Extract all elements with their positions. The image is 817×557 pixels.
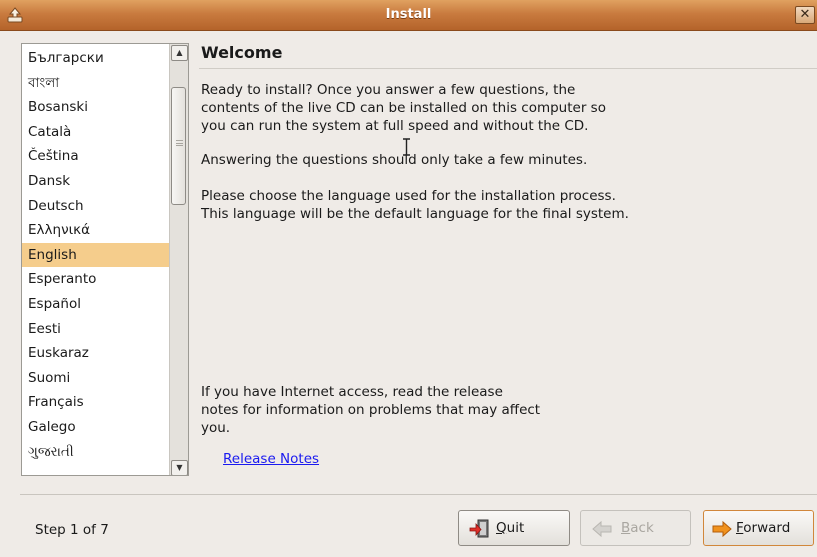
page-title: Welcome [201, 43, 283, 62]
footer-divider [20, 494, 817, 495]
release-line-2: notes for information on problems that m… [201, 402, 541, 418]
language-list-item[interactable]: Català [22, 120, 169, 144]
forward-label-rest: orward [743, 520, 791, 536]
scrollbar-thumb[interactable] [171, 87, 186, 205]
language-list-item[interactable]: Dansk [22, 169, 169, 193]
language-list-item[interactable]: Suomi [22, 366, 169, 390]
forward-label: Forward [736, 520, 790, 536]
window-title: Install [385, 7, 432, 22]
language-list-item[interactable]: Galego [22, 415, 169, 439]
quit-button[interactable]: Quit [458, 510, 570, 546]
forward-arrow-icon [712, 520, 732, 538]
quit-label: Quit [496, 520, 524, 536]
forward-button[interactable]: Forward [703, 510, 814, 546]
close-icon[interactable]: ✕ [795, 6, 815, 24]
scroll-up-icon[interactable]: ▲ [171, 45, 188, 61]
intro-line-1: Ready to install? Once you answer a few … [201, 82, 576, 98]
quit-mnemonic: Q [496, 520, 507, 536]
release-notes-paragraph: If you have Internet access, read the re… [201, 383, 540, 437]
language-list-scrollbar[interactable]: ▲ ▼ [169, 44, 188, 475]
language-list-item[interactable]: বাংলা [22, 71, 169, 95]
instruction-line-1: Please choose the language used for the … [201, 188, 616, 204]
language-list-item[interactable]: Esperanto [22, 267, 169, 291]
intro-line-3: you can run the system at full speed and… [201, 118, 589, 134]
duration-paragraph: Answering the questions should only take… [201, 152, 588, 168]
back-arrow-icon [592, 520, 612, 538]
language-list-item[interactable]: ગુજરાતી [22, 440, 169, 464]
language-list-item[interactable]: Euskaraz [22, 341, 169, 365]
language-list-item[interactable]: Español [22, 292, 169, 316]
text-cursor-icon [403, 138, 410, 156]
instruction-line-2: This language will be the default langua… [201, 206, 629, 222]
language-list-item[interactable]: Eesti [22, 317, 169, 341]
language-list-item[interactable]: Deutsch [22, 194, 169, 218]
language-list-item[interactable]: Bosanski [22, 95, 169, 119]
install-window: Install ✕ Български বাংলা Bosanski Català Če… [0, 0, 817, 557]
release-line-1: If you have Internet access, read the re… [201, 384, 503, 400]
language-list-item[interactable]: Čeština [22, 144, 169, 168]
step-indicator: Step 1 of 7 [35, 522, 109, 538]
quit-label-rest: uit [506, 520, 525, 536]
back-mnemonic: B [621, 520, 631, 536]
language-list-item[interactable]: Ελληνικά [22, 218, 169, 242]
intro-paragraph: Ready to install? Once you answer a few … [201, 81, 606, 135]
release-notes-link[interactable]: Release Notes [223, 451, 319, 467]
language-list-item[interactable]: Български [22, 46, 169, 70]
language-instruction-paragraph: Please choose the language used for the … [201, 187, 629, 223]
language-list[interactable]: Български বাংলা Bosanski Català Čeština Dansk… [21, 43, 189, 476]
quit-icon [469, 519, 489, 538]
release-line-3: you. [201, 420, 231, 436]
language-list-item[interactable]: Français [22, 390, 169, 414]
intro-line-2: contents of the live CD can be installed… [201, 100, 606, 116]
heading-divider [199, 68, 817, 69]
language-list-item[interactable]: English [22, 242, 169, 267]
back-label: Back [621, 520, 654, 536]
scroll-down-icon[interactable]: ▼ [171, 460, 188, 475]
back-label-rest: ack [630, 520, 654, 536]
back-button[interactable]: Back [580, 510, 691, 546]
title-bar[interactable]: Install ✕ [0, 0, 817, 31]
